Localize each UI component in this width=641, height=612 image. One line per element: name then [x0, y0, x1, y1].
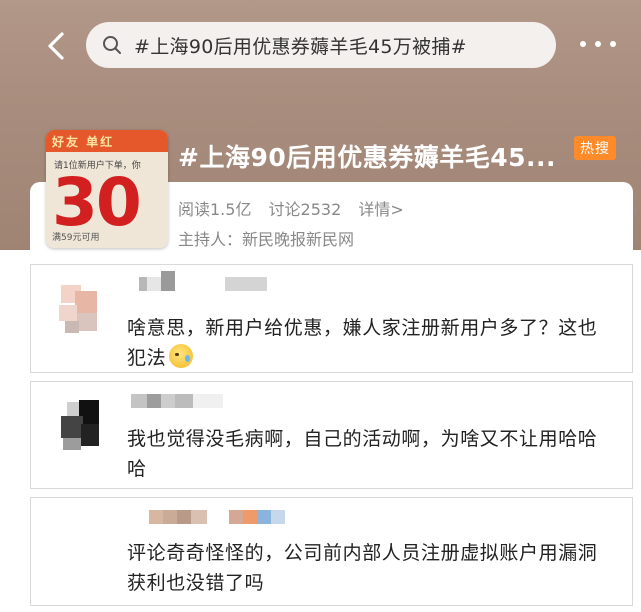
chevron-left-icon	[48, 32, 64, 60]
comment-card: 评论奇奇怪怪的，公司前内部人员注册虚拟账户用漏洞获利也没错了吗	[30, 497, 633, 606]
more-options-button[interactable]	[576, 32, 620, 56]
search-icon	[103, 36, 121, 54]
comment-card: 我也觉得没毛病啊，自己的活动啊，为啥又不让用哈哈哈	[30, 381, 633, 489]
topic-title[interactable]: #上海90后用优惠券薅羊毛45...	[178, 138, 556, 174]
more-dot-icon	[610, 41, 616, 47]
details-link[interactable]: 详情>	[358, 200, 403, 219]
discussion-count: 讨论2532	[268, 200, 342, 219]
thumbnail-banner: 好友 单红	[46, 130, 168, 152]
search-bar[interactable]: #上海90后用优惠券薅羊毛45万被捕#	[86, 22, 556, 68]
comment-text: 我也觉得没毛病啊，自己的活动啊，为啥又不让用哈哈哈	[127, 428, 598, 480]
more-dot-icon	[580, 41, 586, 47]
username[interactable]	[131, 394, 223, 408]
comment-text: 啥意思，新用户给优惠，嫌人家注册新用户多了？这也犯法	[127, 317, 598, 369]
more-dot-icon	[595, 41, 601, 47]
topic-host: 主持人：新民晚报新民网	[178, 230, 355, 249]
username[interactable]	[149, 510, 285, 524]
avatar[interactable]	[55, 281, 103, 337]
comment-card: 啥意思，新用户给优惠，嫌人家注册新用户多了？这也犯法	[30, 264, 633, 373]
sweat-smile-emoji-icon	[169, 344, 194, 368]
topic-thumbnail[interactable]: 好友 单红 请1位新用户下单，你 30 满59元可用	[46, 130, 168, 248]
read-count: 阅读1.5亿	[178, 200, 252, 219]
back-button[interactable]	[38, 28, 74, 64]
search-query: #上海90后用优惠券薅羊毛45万被捕#	[134, 35, 467, 58]
topic-stats: 阅读1.5亿 讨论2532 详情>	[178, 196, 416, 220]
hot-search-badge: 热搜	[574, 136, 616, 160]
thumbnail-note: 满59元可用	[52, 233, 100, 243]
username[interactable]	[139, 271, 267, 291]
avatar[interactable]	[55, 398, 103, 454]
comment-text: 评论奇奇怪怪的，公司前内部人员注册虚拟账户用漏洞获利也没错了吗	[127, 542, 598, 594]
